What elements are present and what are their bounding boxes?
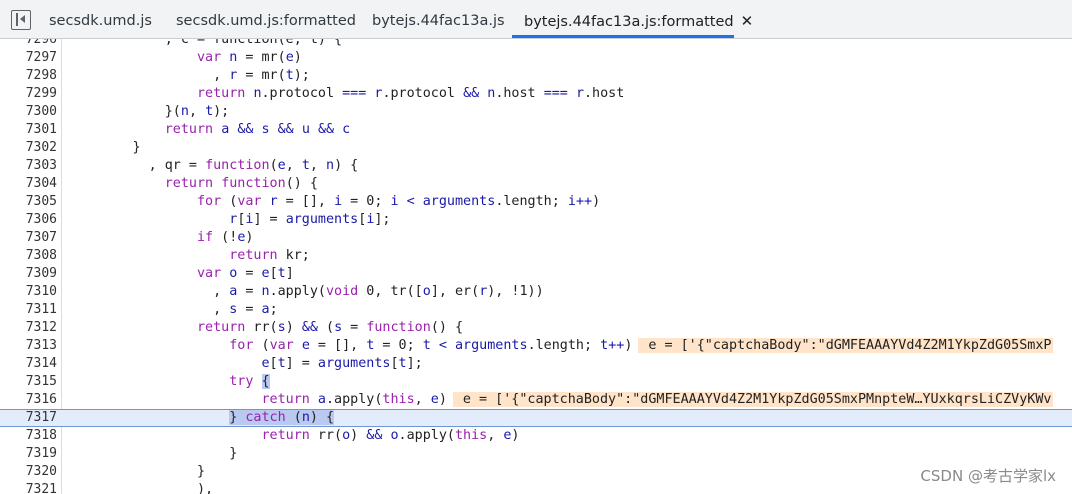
tab-bytejs[interactable]: bytejs.44fac13a.js [372, 0, 505, 38]
csdn-watermark: CSDN @考古学家lx [918, 465, 1058, 486]
line-number[interactable]: 7321 [0, 481, 57, 494]
code-editor[interactable]: 7296 , c = function(e, t) { 7297 var n =… [0, 39, 1072, 494]
tab-label: secsdk.umd.js:formatted [176, 13, 356, 29]
code-line: 7298 , r = mr(t); [0, 67, 1072, 85]
close-tab-icon[interactable]: ✕ [741, 0, 754, 38]
tab-bytejs-formatted[interactable]: bytejs.44fac13a.js:formatted ✕ [512, 0, 753, 38]
line-number[interactable]: 7309 [0, 265, 57, 283]
code-line: 7304 return function() { [0, 175, 1072, 193]
code-line: 7321 ), [0, 481, 1072, 494]
line-number[interactable]: 7302 [0, 139, 57, 157]
code-line: 7308 return kr; [0, 247, 1072, 265]
code-line: 7299 return n.protocol === r.protocol &&… [0, 85, 1072, 103]
tab-secsdk-umd[interactable]: secsdk.umd.js [49, 0, 152, 38]
code-line: 7302 } [0, 139, 1072, 157]
line-number[interactable]: 7298 [0, 67, 57, 85]
code-line: 7313 for (var e = [], t = 0; t < argumen… [0, 337, 1072, 355]
line-number[interactable]: 7319 [0, 445, 57, 463]
code-line: 7314 e[t] = arguments[t]; [0, 355, 1072, 373]
line-number[interactable]: 7316 [0, 391, 57, 409]
sources-panel: secsdk.umd.js secsdk.umd.js:formatted by… [0, 0, 1072, 494]
code-line: 7312 return rr(s) && (s = function() { [0, 319, 1072, 337]
line-number[interactable]: 7304 [0, 175, 57, 193]
line-number[interactable]: 7301 [0, 121, 57, 139]
line-number[interactable]: 7310 [0, 283, 57, 301]
code-line: 7296 , c = function(e, t) { [0, 39, 1072, 49]
code-line: 7310 , a = n.apply(void 0, tr([o], er(r)… [0, 283, 1072, 301]
code-line: 7307 if (!e) [0, 229, 1072, 247]
code-line: 7316 return a.apply(this, e) e = ['{"capt… [0, 391, 1072, 409]
tab-label: secsdk.umd.js [49, 13, 152, 29]
line-number[interactable]: 7306 [0, 211, 57, 229]
code-line: 7311 , s = a; [0, 301, 1072, 319]
inline-variable-value[interactable]: e = ['{"captchaBody":"dGMFEAAAYVd4Z2M1Yk… [452, 392, 1054, 407]
paused-execution-line: 7317 } catch (n) { [0, 409, 1072, 427]
toggle-navigator-icon[interactable] [11, 10, 31, 30]
code-line: 7318 return rr(o) && o.apply(this, e) [0, 427, 1072, 445]
code-line: 7309 var o = e[t] [0, 265, 1072, 283]
line-number[interactable]: 7299 [0, 85, 57, 103]
code-line: 7305 for (var r = [], i = 0; i < argumen… [0, 193, 1072, 211]
tab-label: bytejs.44fac13a.js [372, 13, 505, 29]
line-number[interactable]: 7307 [0, 229, 57, 247]
line-number[interactable]: 7311 [0, 301, 57, 319]
editor-tab-bar: secsdk.umd.js secsdk.umd.js:formatted by… [0, 0, 1072, 39]
line-number[interactable]: 7296 [0, 39, 57, 49]
line-number[interactable]: 7305 [0, 193, 57, 211]
line-number[interactable]: 7320 [0, 463, 57, 481]
code-line: 7306 r[i] = arguments[i]; [0, 211, 1072, 229]
line-number[interactable]: 7318 [0, 427, 57, 445]
line-number[interactable]: 7315 [0, 373, 57, 391]
line-number[interactable]: 7297 [0, 49, 57, 67]
code-line: 7303 , qr = function(e, t, n) { [0, 157, 1072, 175]
line-number[interactable]: 7317 [0, 409, 57, 427]
active-tab-indicator [512, 35, 734, 38]
code-line: 7301 return a && s && u && c [0, 121, 1072, 139]
tab-secsdk-umd-formatted[interactable]: secsdk.umd.js:formatted [176, 0, 356, 38]
code-line: 7300 }(n, t); [0, 103, 1072, 121]
line-number[interactable]: 7308 [0, 247, 57, 265]
code-line: 7319 } [0, 445, 1072, 463]
tab-label: bytejs.44fac13a.js:formatted [524, 14, 734, 30]
line-number[interactable]: 7300 [0, 103, 57, 121]
line-number[interactable]: 7303 [0, 157, 57, 175]
line-number[interactable]: 7313 [0, 337, 57, 355]
line-number[interactable]: 7312 [0, 319, 57, 337]
code-line: 7297 var n = mr(e) [0, 49, 1072, 67]
code-line: 7315 try { [0, 373, 1072, 391]
inline-variable-value[interactable]: e = ['{"captchaBody":"dGMFEAAAYVd4Z2M1Yk… [638, 338, 1054, 353]
line-number[interactable]: 7314 [0, 355, 57, 373]
code-line: 7320 } [0, 463, 1072, 481]
